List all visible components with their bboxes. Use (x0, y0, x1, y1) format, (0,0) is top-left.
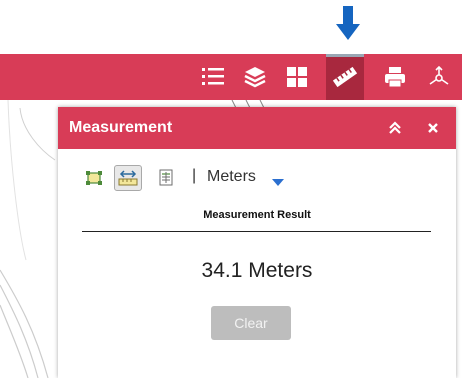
result-value: 34.1 Meters (201, 259, 313, 282)
panel-header: Measurement (58, 107, 456, 149)
location-tool-icon[interactable] (152, 165, 180, 191)
print-icon[interactable] (376, 54, 414, 100)
top-toolbar (0, 54, 462, 100)
share-icon[interactable] (420, 54, 458, 100)
measurement-panel: Measurement | Meters Measurement Result … (58, 107, 456, 378)
divider (82, 231, 431, 232)
ruler-icon[interactable] (326, 54, 364, 100)
result-label: Measurement Result (203, 209, 311, 221)
distance-tool-icon[interactable] (114, 165, 142, 191)
arrow-down-icon (336, 6, 360, 42)
grid-icon[interactable] (278, 54, 316, 100)
close-icon[interactable] (422, 117, 444, 139)
list-icon[interactable] (194, 54, 232, 100)
unit-separator: | (192, 167, 197, 184)
area-tool-icon[interactable] (80, 165, 108, 191)
clear-button[interactable]: Clear (211, 306, 291, 340)
caret-down-icon[interactable] (272, 174, 284, 192)
unit-select[interactable]: Meters (207, 168, 256, 186)
collapse-icon[interactable] (384, 117, 406, 139)
measurement-tools: | Meters (80, 165, 440, 191)
layers-icon[interactable] (236, 54, 274, 100)
panel-title: Measurement (69, 119, 173, 136)
